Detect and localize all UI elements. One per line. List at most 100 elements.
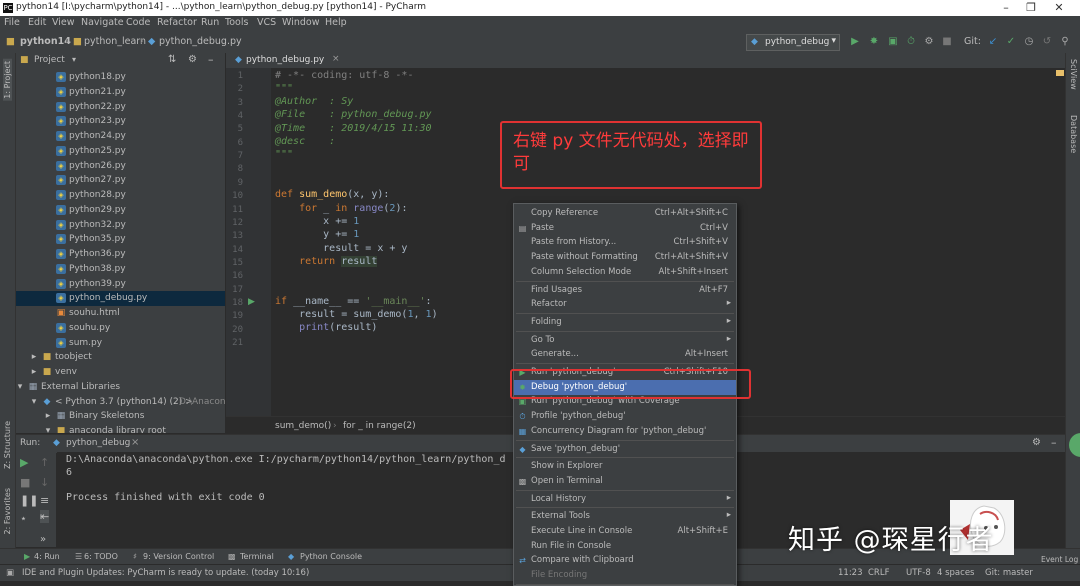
project-tree-item[interactable]: ▾▦External Libraries bbox=[16, 380, 225, 395]
project-tree-item[interactable]: ▸■toobject bbox=[16, 350, 225, 365]
run-tab[interactable]: python_debug bbox=[66, 438, 130, 448]
project-tree-item[interactable]: ▾■anaconda library root bbox=[16, 424, 225, 433]
up-icon[interactable]: ↑ bbox=[40, 456, 49, 469]
context-menu-item[interactable]: Paste from History...Ctrl+Shift+V bbox=[514, 235, 736, 250]
run-configuration-select[interactable]: ◆ python_debug ▾ bbox=[746, 34, 840, 51]
notification-icon[interactable]: ▣ bbox=[6, 568, 14, 578]
project-tree-item[interactable]: ◈Python36.py bbox=[16, 247, 225, 262]
search-icon[interactable]: ⚲ bbox=[1058, 35, 1072, 49]
project-tree-item[interactable]: ◈python29.py bbox=[16, 203, 225, 218]
git-commit-icon[interactable]: ✓ bbox=[1004, 35, 1018, 49]
stripe-project[interactable]: 1: Project bbox=[3, 59, 12, 101]
chevron-down-icon[interactable]: ▾ bbox=[29, 397, 39, 407]
context-menu-item[interactable]: Column Selection ModeAlt+Shift+Insert bbox=[514, 265, 736, 280]
menu-navigate[interactable]: Navigate bbox=[81, 17, 124, 28]
git-revert-icon[interactable]: ↺ bbox=[1040, 35, 1054, 49]
project-tree-item[interactable]: ▣souhu.html bbox=[16, 306, 225, 321]
status-encoding[interactable]: UTF-8 bbox=[906, 568, 931, 578]
menu-file[interactable]: File bbox=[4, 17, 20, 28]
chevron-down-icon[interactable]: ▾ bbox=[16, 382, 25, 392]
soft-wrap-icon[interactable]: ≡ bbox=[40, 494, 49, 507]
status-indent[interactable]: 4 spaces bbox=[937, 568, 974, 578]
status-git-branch[interactable]: Git: master bbox=[985, 568, 1033, 578]
profile-icon[interactable]: ⏱ bbox=[904, 35, 918, 49]
project-tree-item[interactable]: ◈python24.py bbox=[16, 129, 225, 144]
chevron-right-icon[interactable]: ▸ bbox=[29, 367, 39, 377]
gear-icon[interactable]: ⚙ bbox=[188, 54, 197, 65]
context-menu-item[interactable]: ▦Concurrency Diagram for 'python_debug' bbox=[514, 424, 736, 439]
project-tree-item[interactable]: ◈python32.py bbox=[16, 218, 225, 233]
project-tree-item[interactable]: ◈sum.py bbox=[16, 336, 225, 351]
stripe-structure[interactable]: Z: Structure bbox=[3, 421, 12, 469]
status-message[interactable]: IDE and Plugin Updates: PyCharm is ready… bbox=[22, 568, 309, 578]
gear-icon[interactable]: ⚙ bbox=[1032, 437, 1041, 448]
stop-icon[interactable]: ■ bbox=[20, 476, 30, 489]
menu-window[interactable]: Window bbox=[282, 17, 319, 28]
project-tree-item[interactable]: ▾◆< Python 3.7 (python14) (2) >D:\Anacon bbox=[16, 395, 225, 410]
context-menu-item[interactable]: Find UsagesAlt+F7 bbox=[514, 283, 736, 298]
maximize-icon[interactable]: ❐ bbox=[1020, 1, 1042, 14]
context-menu-item[interactable]: ▤PasteCtrl+V bbox=[514, 221, 736, 236]
menu-tools[interactable]: Tools bbox=[225, 17, 248, 28]
inspection-marker[interactable] bbox=[1056, 70, 1064, 76]
close-icon[interactable]: × bbox=[131, 437, 139, 448]
tool-tab-python-console[interactable]: Python Console bbox=[300, 552, 362, 561]
breadcrumb-file[interactable]: python_debug.py bbox=[159, 36, 242, 47]
project-tree-item[interactable]: ◈python27.py bbox=[16, 173, 225, 188]
project-tree-item[interactable]: ◈python23.py bbox=[16, 114, 225, 129]
project-tree-item[interactable]: ◈python22.py bbox=[16, 100, 225, 115]
debug-icon[interactable]: ✸ bbox=[867, 35, 881, 49]
project-tree-item[interactable]: ◈Python38.py bbox=[16, 262, 225, 277]
close-icon[interactable]: × bbox=[332, 54, 340, 64]
context-menu-item[interactable]: Show in Explorer bbox=[514, 459, 736, 474]
chevron-down-icon[interactable]: ▾ bbox=[72, 55, 76, 64]
context-menu-item[interactable]: Go To▸ bbox=[514, 333, 736, 348]
menu-vcs[interactable]: VCS bbox=[257, 17, 276, 28]
stripe-sciview[interactable]: SciView bbox=[1069, 59, 1078, 90]
status-line-separator[interactable]: CRLF bbox=[868, 568, 889, 578]
git-update-icon[interactable]: ↙ bbox=[986, 35, 1000, 49]
menu-run[interactable]: Run bbox=[201, 17, 219, 28]
pause-icon[interactable]: ❚❚ bbox=[20, 494, 38, 507]
tool-tab-run[interactable]: 4: Run bbox=[34, 552, 60, 561]
project-tree-item[interactable]: ▸▦Binary Skeletons bbox=[16, 409, 225, 424]
tool-tab-terminal[interactable]: Terminal bbox=[240, 552, 274, 561]
project-tree-item[interactable]: ◈Python35.py bbox=[16, 232, 225, 247]
project-tree-item[interactable]: ◈python39.py bbox=[16, 277, 225, 292]
tool-tab-todo[interactable]: 6: TODO bbox=[84, 552, 118, 561]
context-menu-item[interactable]: Folding▸ bbox=[514, 315, 736, 330]
down-icon[interactable]: ↓ bbox=[40, 476, 49, 489]
breadcrumb-folder[interactable]: python_learn bbox=[84, 36, 146, 47]
editor-crumb-function[interactable]: sum_demo() bbox=[275, 421, 331, 431]
status-position[interactable]: 11:23 bbox=[838, 568, 863, 578]
stripe-favorites[interactable]: 2: Favorites bbox=[3, 488, 12, 534]
more-icon[interactable]: » bbox=[40, 534, 46, 545]
context-menu-item[interactable]: Paste without FormattingCtrl+Alt+Shift+V bbox=[514, 250, 736, 265]
git-history-icon[interactable]: ◷ bbox=[1022, 35, 1036, 49]
menu-code[interactable]: Code bbox=[126, 17, 150, 28]
project-tree-item[interactable]: ◈python_debug.py bbox=[16, 291, 225, 306]
editor-crumb-loop[interactable]: for _ in range(2) bbox=[343, 421, 416, 431]
tool-tab-vcs[interactable]: 9: Version Control bbox=[143, 552, 214, 561]
context-menu-item[interactable]: Refactor▸ bbox=[514, 297, 736, 312]
project-tree-item[interactable]: ◈python26.py bbox=[16, 159, 225, 174]
event-log[interactable]: Event Log bbox=[1041, 555, 1078, 564]
context-menu-item[interactable]: Copy ReferenceCtrl+Alt+Shift+C bbox=[514, 206, 736, 221]
chevron-down-icon[interactable]: ▾ bbox=[43, 426, 53, 433]
project-panel-title[interactable]: Project bbox=[34, 55, 65, 65]
context-menu-item[interactable]: Execute Line in ConsoleAlt+Shift+E bbox=[514, 524, 736, 539]
context-menu-item[interactable]: ⇄Compare with Clipboard bbox=[514, 553, 736, 568]
context-menu-item[interactable]: ▩Open in Terminal bbox=[514, 474, 736, 489]
menu-view[interactable]: View bbox=[52, 17, 75, 28]
project-tree-item[interactable]: ◈python21.py bbox=[16, 85, 225, 100]
chevron-right-icon[interactable]: ▸ bbox=[43, 411, 53, 421]
coverage-icon[interactable]: ▣ bbox=[886, 35, 900, 49]
project-tree-item[interactable]: ▸■venv bbox=[16, 365, 225, 380]
menu-help[interactable]: Help bbox=[325, 17, 347, 28]
context-menu-item[interactable]: Generate...Alt+Insert bbox=[514, 347, 736, 362]
build-icon[interactable]: ⚙ bbox=[922, 35, 936, 49]
hide-panel-icon[interactable]: – bbox=[208, 53, 214, 66]
run-icon[interactable]: ▶ bbox=[848, 35, 862, 49]
rerun-icon[interactable]: ▶ bbox=[20, 456, 28, 469]
pin-icon[interactable]: ⋆ bbox=[20, 512, 27, 525]
